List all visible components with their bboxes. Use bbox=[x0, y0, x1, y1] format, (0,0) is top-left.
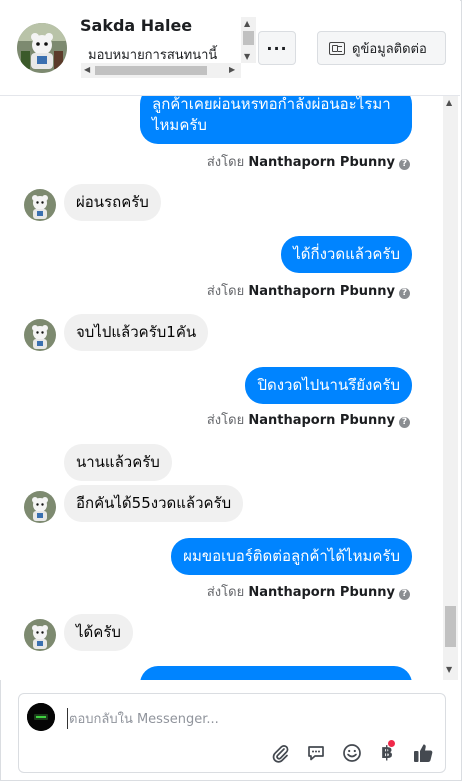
assign-horizontal-scrollbar[interactable]: ◀ ▶ bbox=[81, 63, 241, 78]
more-options-button[interactable]: ··· bbox=[258, 31, 296, 65]
contact-avatar-small[interactable] bbox=[24, 189, 56, 221]
agent-name[interactable]: Nanthaporn Pbunny bbox=[248, 155, 395, 170]
message-incoming[interactable]: ได้ครับ bbox=[64, 614, 133, 651]
thread-scrollbar[interactable]: ▲ ▼ bbox=[443, 96, 458, 680]
message-outgoing[interactable]: ปิดงวดไปนานรึยังครับ bbox=[245, 367, 412, 404]
help-icon[interactable]: ? bbox=[399, 288, 410, 299]
view-contact-button[interactable]: ดูข้อมูลติดต่อ bbox=[317, 31, 446, 65]
smiley-icon[interactable] bbox=[341, 742, 363, 764]
scrollbar-thumb[interactable] bbox=[243, 31, 254, 45]
message-incoming[interactable]: จบไปแล้วครับ1คัน bbox=[64, 314, 209, 351]
reply-input[interactable]: ตอบกลับใน Messenger... bbox=[67, 708, 219, 729]
reply-composer: ตอบกลับใน Messenger... ฿ bbox=[18, 693, 446, 773]
notification-dot bbox=[388, 740, 395, 747]
agent-name[interactable]: Nanthaporn Pbunny bbox=[248, 413, 395, 428]
agent-name[interactable]: Nanthaporn Pbunny bbox=[248, 284, 395, 299]
sent-by-line: ส่งโดย Nanthaporn Pbunny? bbox=[207, 151, 410, 172]
contact-avatar-small[interactable] bbox=[24, 491, 56, 523]
help-icon[interactable]: ? bbox=[399, 417, 410, 428]
contact-avatar[interactable] bbox=[17, 23, 67, 73]
message-incoming[interactable]: ผ่อนรถครับ bbox=[64, 184, 161, 221]
sent-by-line: ส่งโดย Nanthaporn Pbunny? bbox=[207, 280, 410, 301]
scrollbar-thumb[interactable] bbox=[445, 606, 456, 647]
contact-card-icon bbox=[329, 41, 345, 55]
scrollbar-thumb[interactable] bbox=[95, 66, 207, 75]
sent-by-line: ส่งโดย Nanthaporn Pbunny? bbox=[207, 409, 410, 430]
assign-conversation-label[interactable]: มอบหมายการสนทนานี้ bbox=[88, 44, 240, 65]
message-incoming[interactable]: อีกคันได้55งวดแล้วครับ bbox=[64, 485, 244, 522]
page-avatar bbox=[27, 703, 55, 731]
chat-bubble-icon[interactable] bbox=[305, 742, 327, 764]
help-icon[interactable]: ? bbox=[399, 159, 410, 170]
thumbs-up-icon[interactable] bbox=[412, 742, 434, 764]
message-outgoing[interactable]: ลูกค้าเคยผ่อนหรทอกำลังผ่อนอะไรมา ไหมครับ bbox=[140, 96, 412, 144]
sent-by-line: ส่งโดย Nanthaporn Pbunny? bbox=[207, 581, 410, 602]
help-icon[interactable]: ? bbox=[399, 589, 410, 600]
message-thread: ลูกค้าเคยผ่อนหรทอกำลังผ่อนอะไรมา ไหมครับ… bbox=[0, 96, 460, 680]
assign-vertical-scrollbar[interactable]: ▲ ▼ bbox=[241, 17, 256, 63]
message-outgoing[interactable]: ผมขอเบอร์ติดต่อลูกค้าได้ไหมครับ bbox=[171, 538, 412, 575]
agent-name[interactable]: Nanthaporn Pbunny bbox=[248, 585, 395, 600]
contact-avatar-small[interactable] bbox=[24, 619, 56, 651]
contact-avatar-small[interactable] bbox=[24, 319, 56, 351]
view-contact-label: ดูข้อมูลติดต่อ bbox=[352, 41, 427, 57]
baht-icon[interactable]: ฿ bbox=[376, 740, 398, 764]
message-outgoing-partial[interactable] bbox=[140, 666, 412, 680]
conversation-header: Sakda Halee มอบหมายการสนทนานี้ ▲ ▼ ◀ ▶ ·… bbox=[0, 0, 460, 96]
message-incoming[interactable]: นานแล้วครับ bbox=[64, 444, 172, 481]
paperclip-icon[interactable] bbox=[269, 742, 291, 764]
message-outgoing[interactable]: ได้กี่งวดแล้วครับ bbox=[281, 236, 412, 273]
